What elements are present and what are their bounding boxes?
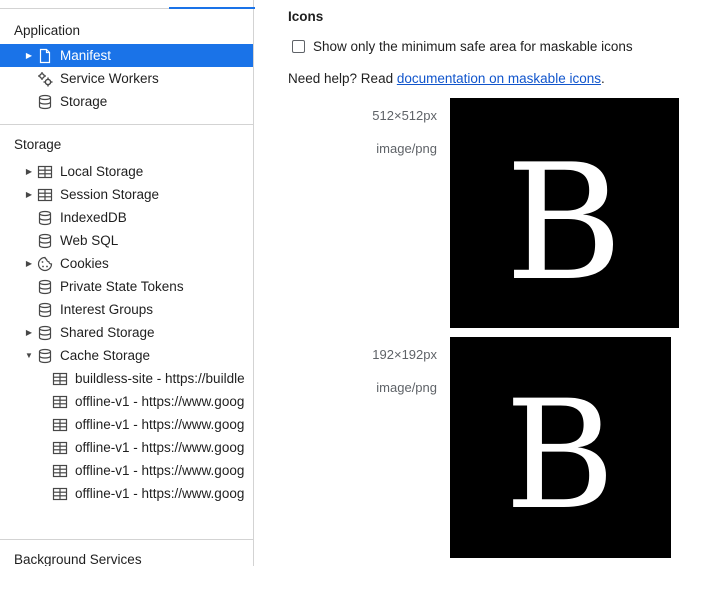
table-icon (52, 371, 68, 387)
sidebar-item-web-sql[interactable]: Web SQL (0, 229, 253, 252)
sidebar-item-shared-storage[interactable]: ▶ Shared Storage (0, 321, 253, 344)
sidebar-item-local-storage[interactable]: ▶ Local Storage (0, 160, 253, 183)
icon-size-label: 192×192px (372, 347, 437, 362)
sidebar-item-label: buildless-site - https://buildle (75, 371, 245, 386)
sidebar-item-storage[interactable]: Storage (0, 90, 253, 113)
expand-arrow-icon[interactable]: ▶ (24, 183, 34, 206)
cookie-icon (37, 256, 53, 272)
letter-b-icon: B (505, 369, 615, 543)
sidebar-item-label: offline-v1 - https://www.goog (75, 486, 245, 501)
expand-arrow-icon[interactable]: ▶ (24, 160, 34, 183)
sidebar-item-cache-entry[interactable]: offline-v1 - https://www.goog (0, 413, 253, 436)
sidebar-item-label: offline-v1 - https://www.goog (75, 463, 245, 478)
letter-b-icon: B (505, 129, 623, 316)
section-header-background-services: Background Services (14, 552, 142, 566)
database-icon (37, 233, 53, 249)
sidebar-item-label: Shared Storage (60, 325, 155, 340)
table-icon (37, 164, 53, 180)
database-icon (37, 210, 53, 226)
checkbox-label: Show only the minimum safe area for mask… (313, 39, 633, 54)
table-icon (52, 463, 68, 479)
sidebar-item-label: Manifest (60, 48, 112, 63)
sidebar-item-cache-entry[interactable]: buildless-site - https://buildle (0, 367, 253, 390)
sidebar-item-service-workers[interactable]: Service Workers (0, 67, 253, 90)
collapse-arrow-icon[interactable]: ▼ (24, 344, 34, 367)
database-icon (37, 325, 53, 341)
sidebar-item-label: Cookies (60, 256, 109, 271)
maskable-safe-area-checkbox[interactable] (292, 40, 305, 53)
expand-arrow-icon[interactable]: ▶ (24, 321, 34, 344)
sidebar-item-label: offline-v1 - https://www.goog (75, 440, 245, 455)
sidebar-item-cookies[interactable]: ▶ Cookies (0, 252, 253, 275)
sidebar-item-label: Cache Storage (60, 348, 151, 363)
section-title-icons: Icons (288, 9, 324, 24)
table-icon (52, 394, 68, 410)
gears-icon (37, 71, 53, 87)
icon-size-label: 512×512px (372, 108, 437, 123)
sidebar-item-interest-groups[interactable]: Interest Groups (0, 298, 253, 321)
table-icon (52, 417, 68, 433)
document-icon (37, 48, 53, 64)
icon-type-label: image/png (376, 380, 437, 395)
expand-arrow-icon[interactable]: ▶ (24, 252, 34, 275)
sidebar-item-label: offline-v1 - https://www.goog (75, 394, 245, 409)
expand-arrow-icon[interactable]: ▶ (24, 44, 34, 67)
database-icon (37, 94, 53, 110)
sidebar-item-private-state-tokens[interactable]: Private State Tokens (0, 275, 253, 298)
sidebar-item-label: Private State Tokens (60, 279, 184, 294)
table-icon (52, 440, 68, 456)
help-prefix: Need help? Read (288, 71, 397, 86)
manifest-icons-pane: Icons Show only the minimum safe area fo… (255, 0, 722, 566)
manifest-icon-preview: B (450, 337, 671, 558)
sidebar-item-cache-entry[interactable]: offline-v1 - https://www.goog (0, 459, 253, 482)
section-header-storage: Storage (14, 137, 62, 152)
table-icon (52, 486, 68, 502)
sidebar-item-label: Web SQL (60, 233, 119, 248)
section-divider (0, 539, 253, 540)
active-tab-indicator (169, 7, 261, 9)
sidebar-item-cache-entry[interactable]: offline-v1 - https://www.goog (0, 436, 253, 459)
manifest-icon-preview: B (450, 98, 679, 328)
sidebar-item-label: Service Workers (60, 71, 159, 86)
sidebar-item-label: Session Storage (60, 187, 160, 202)
page-bottom-area (0, 566, 722, 589)
icon-glyph: B (505, 369, 615, 543)
sidebar-item-cache-entry[interactable]: offline-v1 - https://www.goog (0, 482, 253, 505)
sidebar-item-label: Storage (60, 94, 108, 109)
devtools-application-panel: Application ▶ Manifest Service Workers S… (0, 0, 722, 566)
sidebar-item-label: Interest Groups (60, 302, 154, 317)
sidebar-item-session-storage[interactable]: ▶ Session Storage (0, 183, 253, 206)
help-text: Need help? Read documentation on maskabl… (288, 71, 605, 86)
application-sidebar: Application ▶ Manifest Service Workers S… (0, 0, 254, 566)
sidebar-item-label: Local Storage (60, 164, 144, 179)
help-suffix: . (600, 71, 605, 86)
section-divider (0, 124, 253, 125)
sidebar-item-cache-entry[interactable]: offline-v1 - https://www.goog (0, 390, 253, 413)
sidebar-item-cache-storage[interactable]: ▼ Cache Storage (0, 344, 253, 367)
sidebar-item-label: offline-v1 - https://www.goog (75, 417, 245, 432)
database-icon (37, 348, 53, 364)
table-icon (37, 187, 53, 203)
section-header-application: Application (14, 23, 81, 38)
sidebar-item-manifest[interactable]: ▶ Manifest (0, 44, 253, 67)
database-icon (37, 302, 53, 318)
database-icon (37, 279, 53, 295)
icon-type-label: image/png (376, 141, 437, 156)
maskable-icons-docs-link[interactable]: documentation on maskable icons (397, 71, 601, 86)
sidebar-item-indexeddb[interactable]: IndexedDB (0, 206, 253, 229)
sidebar-item-label: IndexedDB (60, 210, 127, 225)
icon-glyph: B (505, 129, 623, 316)
